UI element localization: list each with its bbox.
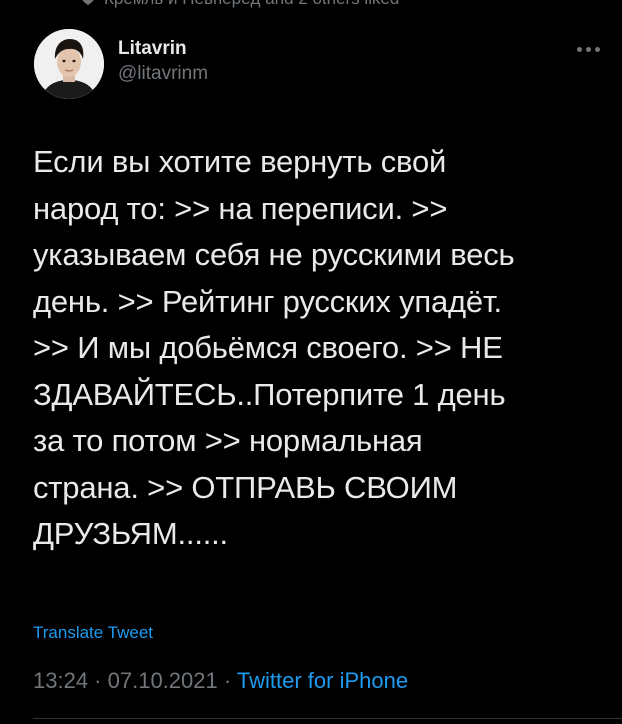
- tweet-source-link[interactable]: Twitter for iPhone: [237, 668, 408, 693]
- meta-separator: ·: [217, 668, 237, 693]
- tweet-text-line: >> И мы добьёмся своего. >> НЕ: [33, 330, 503, 365]
- more-dots-icon: [576, 46, 582, 52]
- tweet-date[interactable]: 07.10.2021: [108, 668, 218, 693]
- translate-tweet-link[interactable]: Translate Tweet: [33, 623, 153, 643]
- tweet-time[interactable]: 13:24: [33, 668, 88, 693]
- social-context-text: Кремль и Невперёд and 2 others liked: [104, 0, 399, 9]
- tweet-text-line: народ то: >> на переписи. >>: [33, 190, 448, 226]
- tweet-metadata: 13:24 · 07.10.2021 · Twitter for iPhone: [33, 668, 408, 694]
- avatar[interactable]: [34, 29, 104, 99]
- more-options-button[interactable]: [570, 39, 606, 59]
- tweet-header: Litavrin @litavrinm: [34, 29, 606, 101]
- tweet-text-line: ЗДАВАЙТЕСЬ..Потерпите 1 день: [33, 376, 506, 412]
- tweet-text-line: ДРУЗЬЯМ......: [33, 516, 228, 551]
- heart-icon: [82, 0, 94, 5]
- tweet-text-line: за то потом >> нормальная: [33, 423, 423, 458]
- tweet-text-line: страна. >> ОТПРАВЬ СВОИМ: [33, 469, 458, 505]
- divider: [33, 718, 622, 719]
- tweet-text: Если вы хотите вернуть свой народ то: >> …: [33, 139, 603, 558]
- tweet-text-line: Если вы хотите вернуть свой: [33, 144, 447, 179]
- tweet-text-line: указываем себя не русскими весь: [33, 237, 515, 272]
- meta-separator: ·: [88, 668, 108, 693]
- author-names[interactable]: Litavrin @litavrinm: [118, 37, 208, 87]
- avatar-image: [34, 29, 104, 99]
- tweet-text-line: день. >> Рейтинг русских упадёт.: [33, 283, 502, 319]
- more-dots-icon: [594, 46, 600, 52]
- author-display-name[interactable]: Litavrin: [118, 37, 208, 61]
- more-dots-icon: [585, 46, 591, 52]
- author-handle[interactable]: @litavrinm: [118, 61, 208, 87]
- social-context[interactable]: Кремль и Невперёд and 2 others liked: [80, 0, 399, 9]
